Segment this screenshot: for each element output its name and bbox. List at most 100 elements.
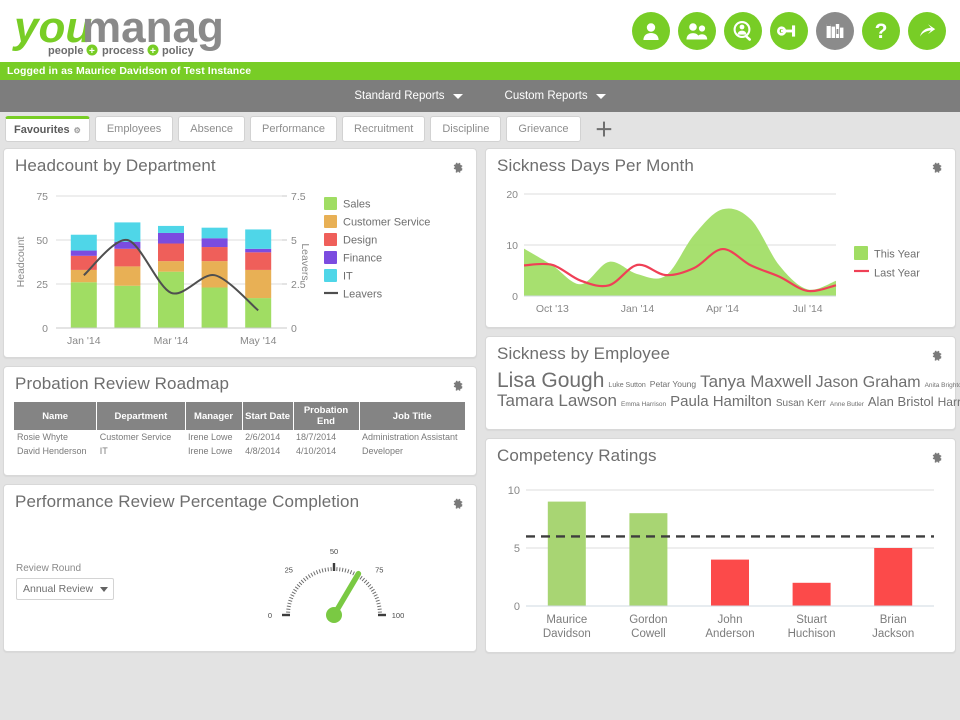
books-library-icon[interactable] [816,12,854,50]
word-cloud-name[interactable]: Tanya Maxwell [700,372,812,391]
tab-employees[interactable]: Employees [94,116,174,142]
key-login-icon[interactable] [770,12,808,50]
card-title-performance: Performance Review Percentage Completion [15,492,360,511]
tab-performance[interactable]: Performance [250,116,338,142]
review-round-value: Annual Review [23,583,94,595]
svg-text:Huchison: Huchison [788,628,836,640]
word-cloud-name[interactable]: Petar Young [650,379,696,389]
gear-icon[interactable]: ⚙ [74,126,81,135]
word-cloud-name[interactable]: Luke Sutton [608,382,645,389]
svg-text:75: 75 [375,566,383,575]
person-icon[interactable] [632,12,670,50]
nav-custom-reports-label: Custom Reports [504,90,588,102]
table-cell: Administration Assistant [362,432,458,442]
gear-icon[interactable] [930,161,943,174]
svg-text:Jackson: Jackson [872,628,914,640]
svg-text:Gordon: Gordon [629,614,667,626]
nav-standard-reports[interactable]: Standard Reports [354,90,463,102]
svg-text:7.5: 7.5 [291,191,306,203]
table-cell: 18/7/2014 [296,432,337,442]
app-header: you manage people process policy + + [0,0,960,62]
tab-grievance[interactable]: Grievance [506,116,581,142]
svg-text:Leavers: Leavers [343,289,383,301]
tab-favourites-label: Favourites [14,124,70,136]
svg-text:5: 5 [514,543,520,555]
svg-text:0: 0 [268,611,272,620]
svg-text:Cowell: Cowell [631,628,666,640]
tab-absence[interactable]: Absence [178,116,246,142]
card-title-headcount: Headcount by Department [15,156,216,175]
svg-text:Headcount: Headcount [15,237,27,288]
svg-text:May '14: May '14 [240,335,277,347]
table-row[interactable]: David Henderson IT Irene Lowe 4/8/2014 4/10/… [14,444,466,458]
card-probation-review-roadmap: Probation Review Roadmap Name Department M… [3,366,477,476]
table-cell: Rosie Whyte [17,432,69,442]
dashboard-column-left: Headcount by Department 0 25 50 75 0 2.5 5 7.5 H… [3,148,477,720]
card-title-sickness-employee: Sickness by Employee [497,344,671,363]
gear-icon[interactable] [930,451,943,464]
gear-icon[interactable] [930,349,943,362]
word-cloud-name[interactable]: Susan Kerr [776,398,826,409]
logout-arrow-icon[interactable] [908,12,946,50]
gear-icon[interactable] [451,497,464,510]
review-round-control: Review Round Annual Review [16,563,114,600]
word-cloud-name[interactable]: Harriet Davidson [938,395,960,409]
table-col-header: Name [14,402,98,430]
svg-text:policy: policy [162,45,195,57]
svg-text:0: 0 [512,291,518,303]
svg-text:Jan '14: Jan '14 [67,335,101,347]
svg-text:+: + [89,46,95,57]
table-col-header: Job Title [359,402,466,430]
table-cell: David Henderson [17,446,87,456]
svg-text:5: 5 [291,235,297,247]
svg-text:2.5: 2.5 [291,279,306,291]
gear-icon[interactable] [451,379,464,392]
add-tab-button[interactable]: ＋ [595,120,614,142]
gauge-completion: 0 25 50 75 100 [254,533,414,648]
svg-text:Anderson: Anderson [705,628,754,640]
svg-text:0: 0 [291,323,297,335]
card-headcount-by-department: Headcount by Department 0 25 50 75 0 2.5 5 7.5 H… [3,148,477,358]
word-cloud-name[interactable]: Anne Butler [830,401,864,408]
chart-competency: 0 5 10 Maurice Davidson Gordon Cowell John Ander… [486,466,955,656]
word-cloud-name[interactable]: Alan Bristol [868,394,934,409]
people-icon[interactable] [678,12,716,50]
sickness-word-cloud: Lisa Gough Luke Sutton Petar Young Tanya Ma… [486,364,960,421]
svg-text:This Year: This Year [874,249,920,261]
tab-favourites[interactable]: Favourites ⚙ [5,116,90,142]
word-cloud-name[interactable]: Emma Harrison [621,401,666,408]
tab-recruitment[interactable]: Recruitment [342,116,426,142]
svg-text:Oct '13: Oct '13 [536,303,569,315]
tab-employees-label: Employees [106,123,162,135]
svg-text:Stuart: Stuart [796,614,827,626]
svg-text:Sales: Sales [343,199,371,211]
svg-text:Customer Service: Customer Service [343,217,430,229]
search-person-icon[interactable] [724,12,762,50]
word-cloud-name[interactable]: Anita Brighton [925,382,960,389]
svg-text:50: 50 [330,547,338,556]
svg-text:25: 25 [285,566,293,575]
word-cloud-name[interactable]: Jason Graham [816,374,921,391]
probation-table: Name Department Manager Start Date Probation… [14,402,466,458]
table-row[interactable]: Rosie Whyte Customer Service Irene Lowe 2/6… [14,430,466,444]
card-title-competency: Competency Ratings [497,446,657,465]
review-round-select[interactable]: Annual Review [16,578,114,600]
tab-discipline[interactable]: Discipline [430,116,502,142]
nav-standard-reports-label: Standard Reports [354,90,445,102]
table-col-header: Department [96,402,186,430]
youmanage-logo[interactable]: you manage people process policy + + [10,2,225,60]
tab-discipline-label: Discipline [442,123,490,135]
header-icon-bar: ? [632,12,946,50]
word-cloud-name[interactable]: Paula Hamilton [670,393,772,410]
word-cloud-name[interactable]: Tamara Lawson [497,391,617,410]
chevron-down-icon [595,93,606,99]
word-cloud-name[interactable]: Lisa Gough [497,369,604,392]
svg-text:Jan '14: Jan '14 [621,303,655,315]
nav-custom-reports[interactable]: Custom Reports [505,90,606,102]
review-round-label: Review Round [16,563,82,574]
tab-absence-label: Absence [190,123,234,135]
tab-recruitment-label: Recruitment [354,123,414,135]
help-question-icon[interactable]: ? [862,12,900,50]
gear-icon[interactable] [451,161,464,174]
svg-text:people: people [48,45,83,57]
